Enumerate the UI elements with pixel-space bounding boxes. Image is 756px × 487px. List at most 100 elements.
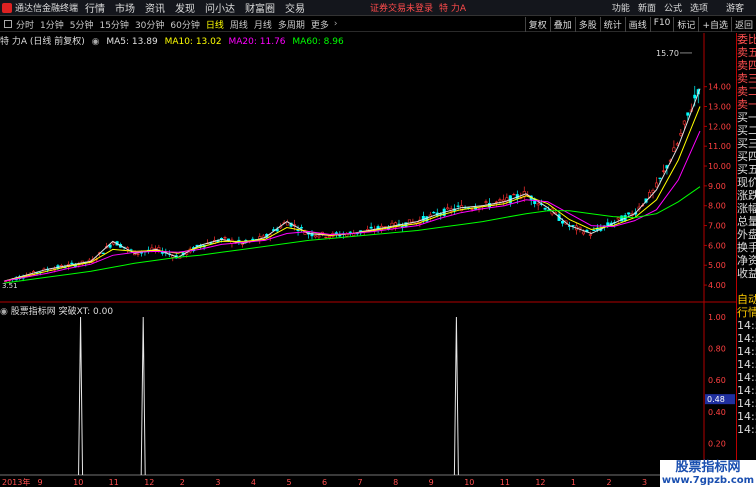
- menu-xinmian[interactable]: 新面: [634, 1, 660, 14]
- ma-line-ma60: [3, 186, 701, 284]
- menu-gongneng[interactable]: 功能: [608, 1, 634, 14]
- quote-row: 卖三: [737, 72, 756, 85]
- indicator-chart[interactable]: 1.00 0.80 0.60 0.40 0.20 0.48: [0, 303, 736, 477]
- indicator-tick-label: 0.60: [708, 376, 726, 385]
- quote-row: 总量: [737, 215, 756, 228]
- candle-body: [616, 217, 620, 220]
- candle-body: [561, 220, 565, 224]
- guest-label[interactable]: 游客: [726, 1, 744, 14]
- tool-diejia[interactable]: 叠加: [549, 17, 575, 32]
- ma60-label: MA60: 8.96: [292, 37, 344, 47]
- chart-stock-title: 特 力A (日线 前复权): [0, 37, 85, 47]
- chevron-right-icon[interactable]: ›: [332, 19, 338, 29]
- price-tick-label: 6.00: [708, 241, 726, 250]
- peak-price-label: 15.70: [656, 49, 679, 58]
- settings-dot-icon[interactable]: ◉: [92, 37, 100, 47]
- app-title: 通达信金融终端: [15, 4, 79, 14]
- quote-row: 换手: [737, 241, 756, 254]
- quote-row: 买三: [737, 137, 756, 150]
- tool-huaxian[interactable]: 画线: [624, 17, 650, 32]
- menu-bar: 通达信金融终端 行情 市场 资讯 发现 问小达 财富圈 交易 证券交易未登录 特…: [0, 0, 756, 16]
- period-daily[interactable]: 日线: [203, 18, 227, 31]
- ma-line-ma20: [3, 130, 701, 282]
- candle-body: [251, 238, 255, 241]
- date-tick-label: 12: [144, 478, 154, 487]
- quote-row: 14:56: [737, 371, 756, 384]
- period-multi[interactable]: 多周期: [275, 18, 308, 31]
- login-notice[interactable]: 证券交易未登录: [370, 1, 433, 14]
- period-1min[interactable]: 1分钟: [37, 18, 67, 31]
- candle-body: [494, 201, 498, 203]
- candle-body: [627, 212, 631, 215]
- date-tick-label: 10: [464, 478, 474, 487]
- tool-duogu[interactable]: 多股: [574, 17, 600, 32]
- quote-row: 14:56: [737, 410, 756, 423]
- quote-row: 净资: [737, 254, 756, 267]
- quote-row: 14:56: [737, 384, 756, 397]
- indicator-tick-label: 0.40: [708, 408, 726, 417]
- menu-xuanxiang[interactable]: 选项: [686, 1, 712, 14]
- date-tick-label: 6: [322, 478, 327, 487]
- quote-row: 卖二: [737, 85, 756, 98]
- candle-body: [108, 244, 112, 248]
- menu-shichang[interactable]: 市场: [110, 0, 140, 15]
- tool-f10[interactable]: F10: [649, 17, 674, 32]
- period-15min[interactable]: 15分钟: [96, 18, 131, 31]
- tool-add-watchlist[interactable]: +自选: [698, 17, 731, 32]
- menu-zixun[interactable]: 资讯: [140, 0, 170, 15]
- quote-row: 买四: [737, 150, 756, 163]
- period-more[interactable]: 更多: [308, 18, 332, 31]
- price-tick-label: 5.00: [708, 261, 726, 270]
- date-tick-label: 2: [606, 478, 611, 487]
- menu-jiaoyi[interactable]: 交易: [280, 0, 310, 15]
- menu-caifuquan[interactable]: 财富圈: [240, 0, 280, 15]
- toolbar-checkbox[interactable]: [4, 20, 12, 28]
- tool-biaoji[interactable]: 标记: [673, 17, 698, 32]
- period-60min[interactable]: 60分钟: [167, 18, 202, 31]
- price-tick-label: 4.00: [708, 281, 726, 290]
- menu-hangqing[interactable]: 行情: [80, 0, 110, 15]
- candle-body: [348, 231, 352, 233]
- menu-wenxiaoda[interactable]: 问小达: [200, 0, 240, 15]
- quote-row: 卖五: [737, 46, 756, 59]
- price-tick-label: 10.00: [708, 162, 731, 171]
- period-toolbar: 分时 1分钟 5分钟 15分钟 30分钟 60分钟 日线 周线 月线 多周期 更…: [0, 17, 756, 32]
- candlestick-chart[interactable]: 14.00 13.00 12.00 11.00 10.00 9.00 8.00 7.00 6.0…: [0, 33, 736, 303]
- date-tick-label: 9: [429, 478, 434, 487]
- candle-body: [317, 235, 321, 238]
- period-monthly[interactable]: 月线: [251, 18, 275, 31]
- price-tick-label: 14.00: [708, 83, 731, 92]
- header-stock-name: 特 力A: [439, 4, 467, 14]
- tool-fuquan[interactable]: 复权: [524, 17, 550, 32]
- candle-body: [661, 170, 665, 172]
- indicator-current-value: 0.48: [707, 395, 725, 404]
- indicator-spike: [140, 316, 146, 476]
- date-tick-label: 3: [215, 478, 220, 487]
- candle-body: [369, 226, 373, 229]
- candle-body: [571, 225, 575, 227]
- quote-row: 卖一: [737, 98, 756, 111]
- indicator-tick-label: 1.00: [708, 313, 726, 322]
- ma20-label: MA20: 11.76: [228, 37, 286, 47]
- candle-body: [136, 253, 140, 255]
- quote-row: 外盘: [737, 228, 756, 241]
- date-tick-label: 7: [358, 478, 363, 487]
- tool-tongji[interactable]: 统计: [599, 17, 625, 32]
- ma5-label: MA5: 13.89: [106, 37, 158, 47]
- period-5min[interactable]: 5分钟: [67, 18, 97, 31]
- menu-gongshi[interactable]: 公式: [660, 1, 686, 14]
- menu-faxian[interactable]: 发现: [170, 0, 200, 15]
- price-tick-label: 11.00: [708, 142, 731, 151]
- period-weekly[interactable]: 周线: [227, 18, 251, 31]
- candle-body: [543, 207, 547, 210]
- period-30min[interactable]: 30分钟: [132, 18, 167, 31]
- quote-row: 14:56: [737, 345, 756, 358]
- indicator-settings-icon[interactable]: ◉: [0, 307, 8, 317]
- tool-fanhui[interactable]: 返回: [730, 17, 756, 32]
- quote-row: [737, 280, 756, 293]
- candle-body: [654, 182, 659, 188]
- price-tick-label: 7.00: [708, 222, 726, 231]
- watermark-title: 股票指标网: [675, 460, 741, 475]
- site-watermark: 股票指标网 www.7gpzb.com: [660, 460, 756, 487]
- date-tick-label: 4: [251, 478, 256, 487]
